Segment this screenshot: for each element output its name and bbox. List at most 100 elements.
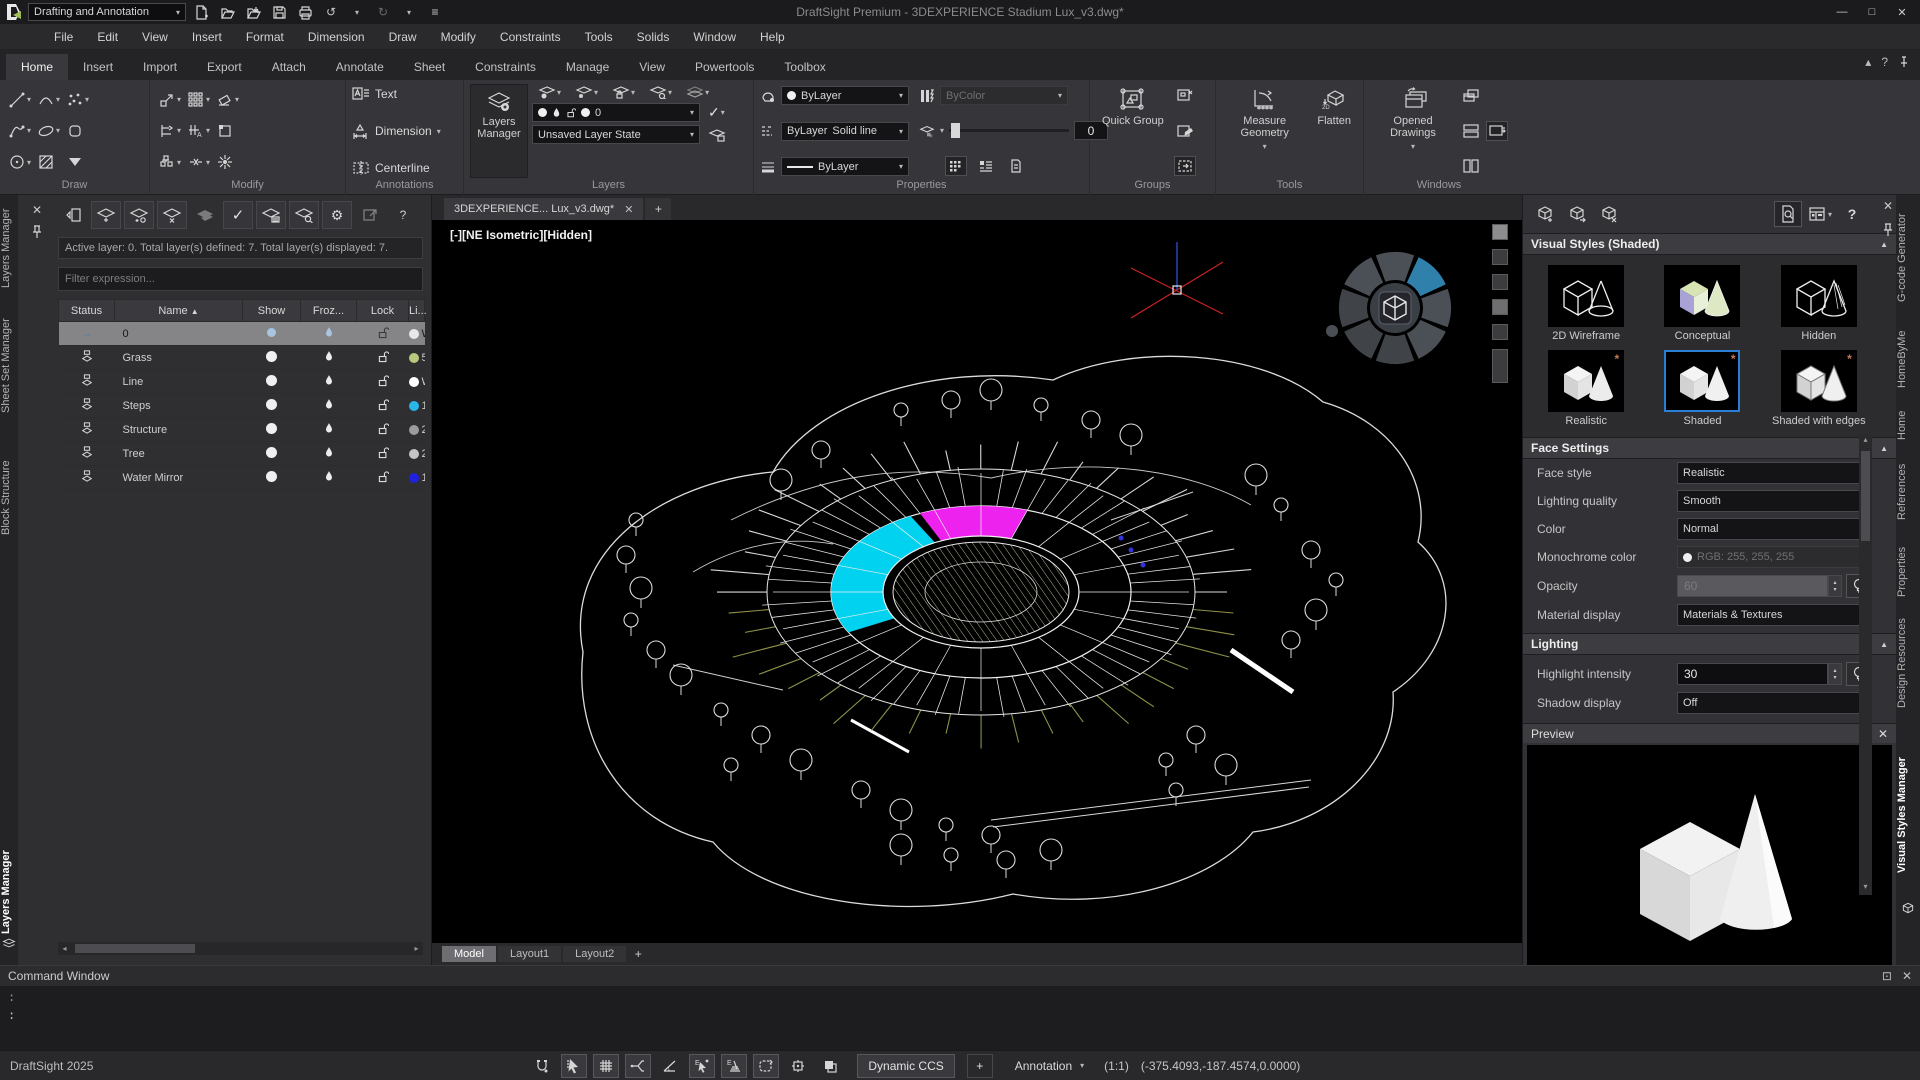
menu-view[interactable]: View [130,24,180,50]
entity-color-combo[interactable]: ByLayer ▾ [781,86,909,105]
viewport-control-button[interactable] [1492,249,1508,265]
menu-window[interactable]: Window [681,24,748,50]
line-tool[interactable]: ▾ [6,84,33,115]
viewport-control-button[interactable] [1492,274,1508,290]
show-toggle[interactable] [243,394,301,418]
preview-toggle-button[interactable] [1774,201,1802,227]
flatten-button[interactable]: 2D Flatten [1311,84,1357,178]
delete-visual-style-button[interactable] [1595,201,1623,227]
highlight-intensity-spinner[interactable]: ▴▾ [1828,663,1842,685]
linetype-combo[interactable]: ByLayer Solid line ▾ [781,122,909,141]
frozen-toggle[interactable] [301,322,357,346]
ribbon-tab-view[interactable]: View [624,54,680,80]
collapse-panel-button[interactable] [58,201,88,229]
show-toggle[interactable] [243,466,301,490]
selected-style-thumb[interactable]: * [1664,350,1740,412]
col-lock[interactable]: Lock [357,300,409,322]
opened-drawings-button[interactable]: Opened Drawings ▾ [1370,84,1456,178]
layer-isolate-tool[interactable]: ▾ [647,84,674,100]
polar-tracking-icon[interactable] [657,1054,683,1078]
tab-model[interactable]: Model [442,946,496,962]
style-2d-wireframe[interactable]: 2D Wireframe [1531,265,1641,342]
menu-tools[interactable]: Tools [573,24,625,50]
circle-tool[interactable]: ▾ [6,147,33,178]
layer-transparency-icon[interactable] [919,123,935,139]
filter-expression-input[interactable]: Filter expression... [58,267,423,291]
active-layer-combo[interactable]: 0 ▾ [532,103,700,122]
dynamic-ccs-button[interactable]: Dynamic CCS [857,1054,954,1078]
material-display-combo[interactable]: Materials & Textures▾ [1677,604,1872,626]
layer-state-combo[interactable]: Unsaved Layer State ▾ [532,125,700,144]
selection-filter-icon[interactable] [561,1054,587,1078]
customize-quick-access-button[interactable]: ≡ [424,2,446,22]
layer-row[interactable]: Line W [59,370,425,394]
display-options-button[interactable]: ▾ [1806,201,1834,227]
viewport-control-button[interactable] [1492,324,1508,340]
new-file-button[interactable] [190,2,212,22]
right-tab-gcode-generator[interactable]: G-code Generator [1896,205,1920,310]
offset-tool[interactable]: ▾ [156,147,183,178]
layer-settings-button[interactable]: ⚙ [322,201,352,229]
pin-icon[interactable] [31,225,43,239]
menu-edit[interactable]: Edit [85,24,130,50]
show-toggle[interactable] [243,442,301,466]
ribbon-tab-insert[interactable]: Insert [68,54,128,80]
ungroup-button[interactable] [1174,86,1196,106]
right-tab-homebyme[interactable]: HomeByMe [1896,320,1920,398]
col-show[interactable]: Show [243,300,301,322]
close-icon[interactable]: ✕ [624,203,633,216]
layer-properties-button[interactable] [256,201,286,229]
tile-horizontal-button[interactable] [1460,121,1482,141]
grid-icon[interactable] [593,1054,619,1078]
lineweight-icon[interactable] [760,159,776,175]
menu-dimension[interactable]: Dimension [296,24,377,50]
layer-row[interactable]: Tree 2 [59,442,425,466]
delete-layer-button[interactable] [157,201,187,229]
activate-layer-button-panel[interactable]: ✓ [223,201,253,229]
lock-toggle[interactable] [357,322,409,346]
preview-close-icon[interactable]: ✕ [1878,727,1888,741]
minimize-button[interactable]: — [1828,2,1856,22]
vscroll-thumb[interactable] [1861,451,1870,541]
print-button[interactable] [294,2,316,22]
properties-page-button[interactable] [1005,156,1027,176]
lineweight-combo[interactable]: ByLayer ▾ [781,157,909,176]
line-color-cell[interactable]: 2 [409,442,425,466]
collapse-icon[interactable]: ▲ [1880,640,1888,649]
fillet-tool[interactable] [214,115,241,146]
viewport-control-button[interactable] [1492,224,1508,240]
style-realistic[interactable]: * Realistic [1531,350,1641,427]
lock-toggle[interactable] [357,466,409,490]
linetype-icon[interactable] [760,123,776,139]
properties-list-button[interactable] [975,156,997,176]
extend-tool[interactable]: ▾ [185,147,212,178]
hscroll-thumb[interactable] [75,944,195,953]
frozen-toggle[interactable] [301,466,357,490]
ortho-icon[interactable] [625,1054,651,1078]
col-name[interactable]: Name ▲ [115,300,243,322]
layer-hide-tool[interactable]: ▾ [536,84,563,100]
left-tab-layers-manager[interactable]: Layers Manager [0,203,18,293]
scroll-left-icon[interactable]: ◂ [58,944,71,953]
scroll-down-icon[interactable]: ▾ [1863,882,1867,895]
tile-vertical-button[interactable] [1460,156,1482,176]
bycolor-combo[interactable]: ByColor ▾ [940,86,1068,105]
add-status-item-button[interactable]: + [967,1054,993,1078]
polyline-tool[interactable]: ▾ [6,115,33,146]
pin-icon[interactable] [1882,223,1894,237]
edit-group-button[interactable] [1174,121,1196,141]
tab-layout1[interactable]: Layout1 [498,946,561,962]
show-toggle[interactable] [243,346,301,370]
line-color-cell[interactable]: W [409,322,425,346]
new-visual-style-button[interactable] [1531,201,1559,227]
match-properties-button[interactable] [945,156,967,176]
ellipse-tool[interactable]: ▾ [35,115,62,146]
menu-format[interactable]: Format [234,24,296,50]
layer-row[interactable]: Structure 2 [59,418,425,442]
ccs-origin-icon[interactable] [785,1054,811,1078]
menu-solids[interactable]: Solids [625,24,682,50]
layer-states-manager-button[interactable] [706,127,728,143]
point-tool[interactable]: ▾ [64,84,91,115]
switch-window-button[interactable] [1486,121,1508,141]
ribbon-tab-import[interactable]: Import [128,54,192,80]
